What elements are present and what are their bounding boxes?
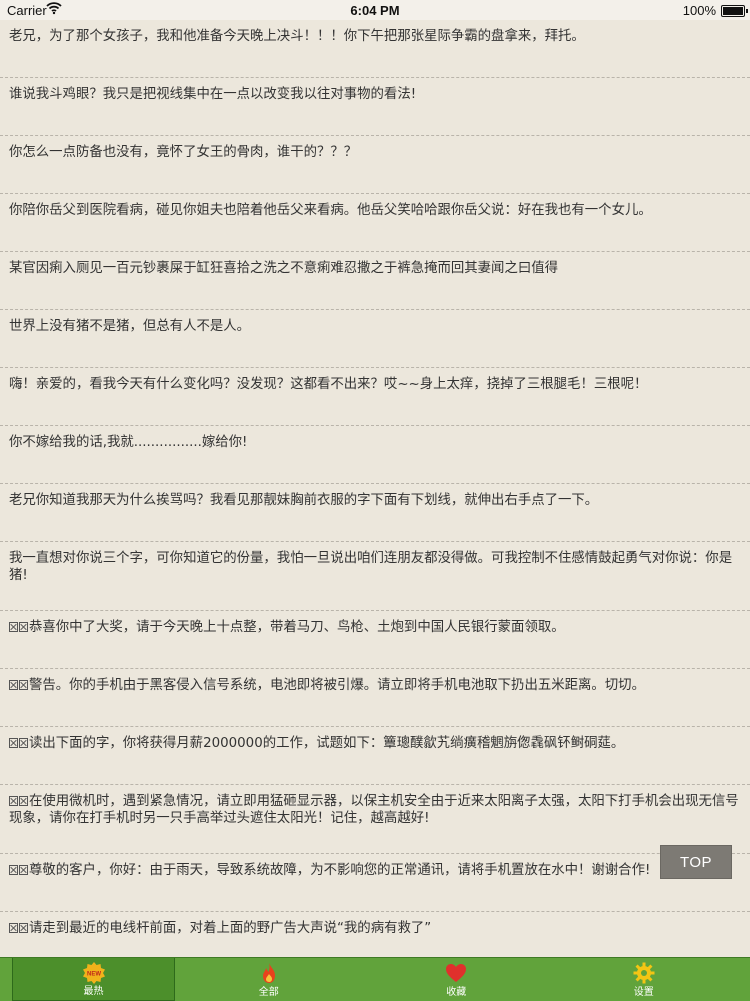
list-item[interactable]: 警告。你的手机由于黑客侵入信号系统，电池即将被引爆。请立即将手机电池取下扔出五米… <box>0 669 750 727</box>
list-item[interactable]: 你不嫁给我的话,我就................嫁给你! <box>0 426 750 484</box>
tab-label: 最热 <box>83 986 104 997</box>
heart-icon <box>446 964 467 982</box>
item-text: 老兄，为了那个女孩子，我和他准备今天晚上决斗！！！你下午把那张星际争霸的盘拿来，… <box>9 29 585 44</box>
list-item[interactable]: 世界上没有猪不是猪，但总有人不是人。 <box>0 310 750 368</box>
list-item[interactable]: 读出下面的字，你将获得月薪2000000的工作，试题如下：簟璁醭歙艽绱癀稽魍旃偬… <box>0 727 750 785</box>
missing-glyph-icon <box>9 865 18 875</box>
item-text: 在使用微机时，遇到紧急情况，请立即用猛砸显示器，以保主机安全由于近来太阳离子太强… <box>9 794 739 826</box>
item-text: 恭喜你中了大奖，请于今天晚上十点整，带着马刀、鸟枪、土炮到中国人民银行蒙面领取。 <box>29 620 565 635</box>
missing-glyph-icon <box>9 923 18 933</box>
tab-bar: NEW 最热 全部 收藏 设置 <box>0 957 750 1001</box>
missing-glyph-icon <box>9 796 18 806</box>
tab-hottest[interactable]: NEW 最热 <box>12 958 175 1001</box>
flame-icon <box>262 963 275 983</box>
item-text: 警告。你的手机由于黑客侵入信号系统，电池即将被引爆。请立即将手机电池取下扔出五米… <box>29 678 645 693</box>
list-item[interactable]: 在使用微机时，遇到紧急情况，请立即用猛砸显示器，以保主机安全由于近来太阳离子太强… <box>0 785 750 854</box>
list-item[interactable]: 老兄你知道我那天为什么挨骂吗？我看见那靓妹胸前衣服的字下面有下划线，就伸出右手点… <box>0 484 750 542</box>
tab-label: 全部 <box>258 987 279 998</box>
missing-glyph-icon <box>19 622 28 632</box>
list-item[interactable]: 你怎么一点防备也没有，竟怀了女王的骨肉，谁干的？？？ <box>0 136 750 194</box>
item-text: 谁说我斗鸡眼？我只是把视线集中在一点以改变我以往对事物的看法! <box>9 87 417 102</box>
tab-label: 设置 <box>633 987 654 998</box>
battery-percentage: 100% <box>682 3 716 18</box>
new-badge-icon: NEW <box>82 962 105 984</box>
list-item[interactable]: 请走到最近的电线杆前面，对着上面的野广告大声说“我的病有救了” <box>0 912 750 957</box>
item-text: 你陪你岳父到医院看病，碰见你姐夫也陪着他岳父来看病。他岳父笑哈哈跟你岳父说：好在… <box>9 203 652 218</box>
missing-glyph-icon <box>19 738 28 748</box>
item-text: 你不嫁给我的话,我就................嫁给你! <box>9 435 248 450</box>
list-item[interactable]: 尊敬的客户，你好：由于雨天，导致系统故障，为不影响您的正常通讯，请将手机置放在水… <box>0 854 750 912</box>
item-text: 你怎么一点防备也没有，竟怀了女王的骨肉，谁干的？？？ <box>9 145 358 160</box>
list-item[interactable]: 谁说我斗鸡眼？我只是把视线集中在一点以改变我以往对事物的看法! <box>0 78 750 136</box>
item-text: 世界上没有猪不是猪，但总有人不是人。 <box>9 319 251 334</box>
tab-settings[interactable]: 设置 <box>550 958 738 1001</box>
list-item[interactable]: 老兄，为了那个女孩子，我和他准备今天晚上决斗！！！你下午把那张星际争霸的盘拿来，… <box>0 20 750 78</box>
tab-favorites[interactable]: 收藏 <box>363 958 551 1001</box>
list-item[interactable]: 恭喜你中了大奖，请于今天晚上十点整，带着马刀、鸟枪、土炮到中国人民银行蒙面领取。 <box>0 611 750 669</box>
scroll-to-top-button[interactable]: TOP <box>660 845 732 879</box>
missing-glyph-icon <box>19 923 28 933</box>
list-item[interactable]: 嗨！亲爱的，看我今天有什么变化吗？没发现？这都看不出来？哎~~身上太痒，挠掉了三… <box>0 368 750 426</box>
gear-icon <box>633 962 655 984</box>
missing-glyph-icon <box>9 622 18 632</box>
tab-all[interactable]: 全部 <box>175 958 363 1001</box>
status-bar: Carrier 6:04 PM 100% <box>0 0 750 20</box>
list-item[interactable]: 你陪你岳父到医院看病，碰见你姐夫也陪着他岳父来看病。他岳父笑哈哈跟你岳父说：好在… <box>0 194 750 252</box>
item-text: 请走到最近的电线杆前面，对着上面的野广告大声说“我的病有救了” <box>29 921 432 936</box>
missing-glyph-icon <box>9 738 18 748</box>
item-text: 尊敬的客户，你好：由于雨天，导致系统故障，为不影响您的正常通讯，请将手机置放在水… <box>29 863 651 878</box>
missing-glyph-icon <box>9 680 18 690</box>
item-text: 嗨！亲爱的，看我今天有什么变化吗？没发现？这都看不出来？哎~~身上太痒，挠掉了三… <box>9 377 648 392</box>
clock: 6:04 PM <box>350 3 400 18</box>
tab-label: 收藏 <box>446 987 467 998</box>
missing-glyph-icon <box>19 680 28 690</box>
missing-glyph-icon <box>19 796 28 806</box>
item-text: 我一直想对你说三个字，可你知道它的份量，我怕一旦说出咱们连朋友都没得做。可我控制… <box>9 551 733 583</box>
item-text: 某官因痢入厕见一百元钞裹屎于缸狂喜拾之洗之不意痢难忍撒之于裤急掩而回其妻闻之曰值… <box>9 261 559 276</box>
missing-glyph-icon <box>19 865 28 875</box>
list-item[interactable]: 某官因痢入厕见一百元钞裹屎于缸狂喜拾之洗之不意痢难忍撒之于裤急掩而回其妻闻之曰值… <box>0 252 750 310</box>
item-text: 读出下面的字，你将获得月薪2000000的工作，试题如下：簟璁醭歙艽绱癀稽魍旃偬… <box>29 736 625 751</box>
battery-icon <box>721 5 748 17</box>
new-badge-text: NEW <box>87 972 101 978</box>
list-item[interactable]: 我一直想对你说三个字，可你知道它的份量，我怕一旦说出咱们连朋友都没得做。可我控制… <box>0 542 750 611</box>
item-text: 老兄你知道我那天为什么挨骂吗？我看见那靓妹胸前衣服的字下面有下划线，就伸出右手点… <box>9 493 599 508</box>
joke-list[interactable]: 老兄，为了那个女孩子，我和他准备今天晚上决斗！！！你下午把那张星际争霸的盘拿来，… <box>0 20 750 957</box>
